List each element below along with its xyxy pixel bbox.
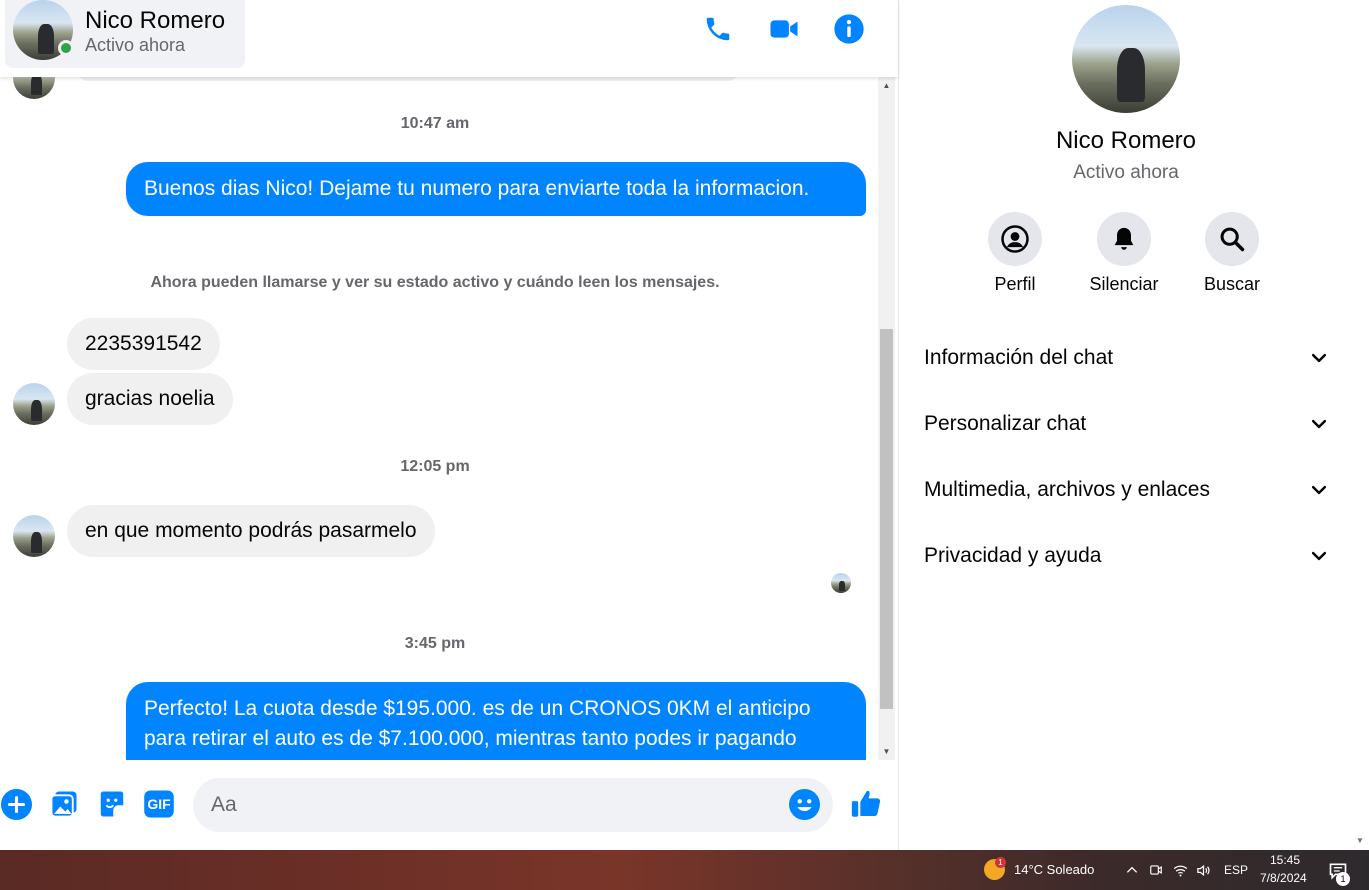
bell-icon[interactable] xyxy=(1097,212,1151,266)
chevron-down-icon xyxy=(1311,551,1327,561)
contact-status: Activo ahora xyxy=(85,35,186,55)
incoming-message[interactable]: en que momento podrás pasarmelo xyxy=(67,505,435,557)
gif-icon[interactable]: GIF xyxy=(143,788,175,820)
scroll-thumb[interactable] xyxy=(880,329,893,709)
search-action-button[interactable]: Buscar xyxy=(1177,212,1287,295)
section-label: Multimedia, archivos y enlaces xyxy=(924,478,1210,501)
section-label: Privacidad y ayuda xyxy=(924,544,1102,567)
panel-avatar[interactable] xyxy=(1072,5,1180,113)
section-label: Información del chat xyxy=(924,346,1114,369)
chevron-down-icon xyxy=(1311,485,1327,495)
panel-scrollbar[interactable]: ▼ xyxy=(1352,0,1369,850)
panel-contact-name: Nico Romero xyxy=(1055,127,1197,154)
incoming-message[interactable]: 2235391542 xyxy=(67,318,220,370)
message-list[interactable]: 10:47 am Buenos dias Nico! Dejame tu num… xyxy=(0,77,878,760)
phone-icon[interactable] xyxy=(701,12,735,46)
online-indicator xyxy=(58,40,74,56)
seen-receipt-avatar xyxy=(831,573,851,593)
message-timestamp: 12:05 pm xyxy=(400,458,470,475)
contact-name: Nico Romero xyxy=(85,7,226,34)
chevron-down-icon xyxy=(1311,419,1327,429)
plus-icon[interactable] xyxy=(0,788,32,820)
volume-icon[interactable] xyxy=(1194,861,1212,879)
section-chat-info[interactable]: Información del chat xyxy=(924,338,1329,378)
weather-badge: 1 xyxy=(995,857,1006,868)
composer: GIF xyxy=(0,760,898,850)
sender-avatar[interactable] xyxy=(13,383,55,425)
scroll-down-arrow-icon[interactable]: ▼ xyxy=(1356,836,1364,845)
profile-icon[interactable] xyxy=(988,212,1042,266)
section-customize-chat[interactable]: Personalizar chat xyxy=(924,404,1329,444)
section-label: Personalizar chat xyxy=(924,412,1087,435)
video-camera-icon[interactable] xyxy=(767,12,801,46)
chat-header: Nico Romero Activo ahora xyxy=(0,0,898,77)
profile-action-label: Perfil xyxy=(994,274,1036,294)
panel-contact-status: Activo ahora xyxy=(1073,162,1179,183)
chevron-down-icon xyxy=(1311,353,1327,363)
profile-action-button[interactable]: Perfil xyxy=(960,212,1070,295)
message-timestamp: 3:45 pm xyxy=(404,635,466,652)
thumbs-up-icon[interactable] xyxy=(848,786,884,822)
contact-chip[interactable]: Nico Romero Activo ahora xyxy=(5,0,245,68)
chevron-up-icon[interactable] xyxy=(1123,861,1141,879)
emoji-icon[interactable] xyxy=(788,788,820,820)
section-media-files-links[interactable]: Multimedia, archivos y enlaces xyxy=(924,470,1329,510)
sender-avatar[interactable] xyxy=(13,515,55,557)
outgoing-message[interactable]: Perfecto! La cuota desde $195.000. es de… xyxy=(126,682,866,760)
search-icon[interactable] xyxy=(1205,212,1259,266)
info-icon[interactable] xyxy=(832,12,866,46)
message-input[interactable] xyxy=(193,778,833,832)
meet-camera-icon[interactable] xyxy=(1147,861,1165,879)
chat-info-panel: Nico Romero Activo ahora Perfil Silencia… xyxy=(898,0,1352,850)
search-action-label: Buscar xyxy=(1203,274,1261,294)
message-timestamp: 10:47 am xyxy=(400,115,470,132)
image-icon[interactable] xyxy=(48,788,80,820)
section-privacy-help[interactable]: Privacidad y ayuda xyxy=(924,536,1329,576)
scroll-down-arrow-icon[interactable]: ▼ xyxy=(878,743,895,760)
mute-action-button[interactable]: Silenciar xyxy=(1069,212,1179,295)
clock-date[interactable]: 7/8/2024 xyxy=(1260,871,1307,885)
system-notice: Ahora pueden llamarse y ver su estado ac… xyxy=(150,274,720,291)
sticker-icon[interactable] xyxy=(96,788,128,820)
clipped-message-bubble xyxy=(78,77,738,81)
gif-label: GIF xyxy=(147,796,171,812)
mute-action-label: Silenciar xyxy=(1089,274,1159,294)
notification-count-badge: 1 xyxy=(1336,872,1350,886)
message-scrollbar[interactable]: ▲ ▼ xyxy=(878,77,895,760)
incoming-message[interactable]: gracias noelia xyxy=(67,373,233,425)
language-indicator[interactable]: ESP xyxy=(1224,863,1248,877)
windows-taskbar: 1 14°C Soleado ESP 15:45 7/8/2024 1 xyxy=(0,850,1369,890)
clock-time[interactable]: 15:45 xyxy=(1270,853,1300,867)
weather-text[interactable]: 14°C Soleado xyxy=(1014,862,1094,877)
scroll-up-arrow-icon[interactable]: ▲ xyxy=(878,77,895,94)
outgoing-message[interactable]: Buenos dias Nico! Dejame tu numero para … xyxy=(126,162,866,216)
wifi-icon[interactable] xyxy=(1171,861,1189,879)
sender-avatar[interactable] xyxy=(13,77,55,99)
messenger-app: Nico Romero Activo ahora 10:47 am Buenos… xyxy=(0,0,1369,850)
